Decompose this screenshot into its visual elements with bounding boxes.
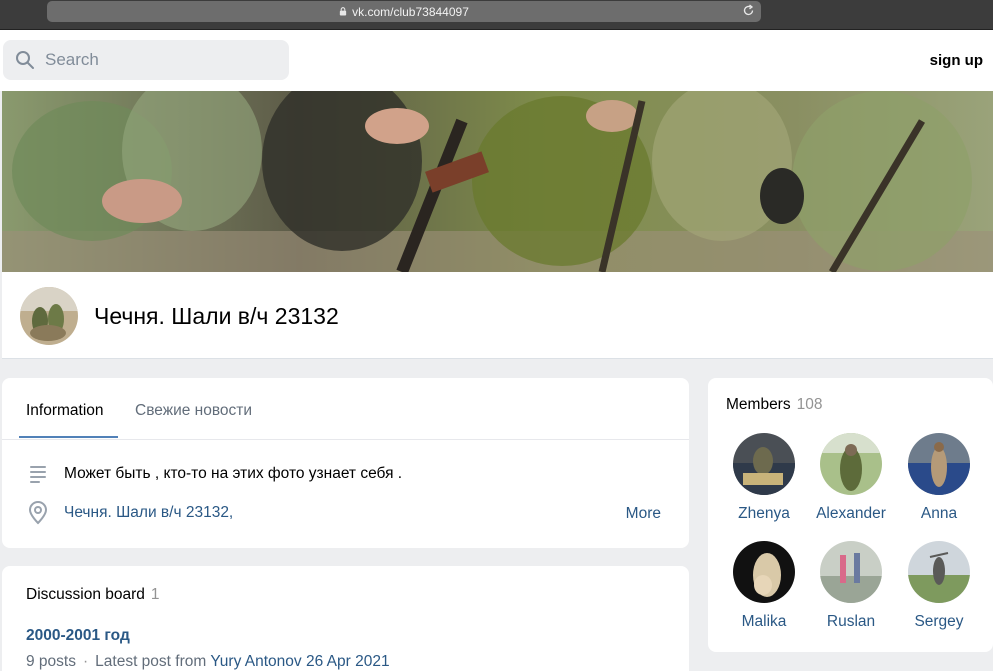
member-name[interactable]: Zhenya <box>720 505 808 523</box>
browser-chrome: vk.com/club73844097 <box>0 0 993 30</box>
active-tab-indicator <box>19 436 118 438</box>
member-avatar[interactable] <box>908 433 970 495</box>
top-bar: sign up <box>0 30 993 91</box>
group-cover-image <box>2 91 993 272</box>
discussion-title: Discussion board <box>26 586 145 603</box>
post-count: 9 posts <box>26 653 76 670</box>
members-header[interactable]: Members 108 <box>726 396 822 414</box>
reload-icon[interactable] <box>742 4 755 17</box>
member-item[interactable]: Sergey <box>895 541 983 631</box>
description-row: Может быть , кто-то на этих фото узнает … <box>28 464 402 484</box>
member-avatar[interactable] <box>733 433 795 495</box>
more-link[interactable]: More <box>626 505 661 523</box>
member-item[interactable]: Anna <box>895 433 983 523</box>
discussion-card: Discussion board 1 2000-2001 год 9 posts ·… <box>2 566 689 671</box>
latest-date-link[interactable]: 26 Apr 2021 <box>306 653 390 670</box>
discussion-header[interactable]: Discussion board 1 <box>26 586 160 604</box>
latest-author-link[interactable]: Yury Antonov <box>210 653 301 670</box>
member-item[interactable]: Alexander <box>807 433 895 523</box>
location-pin-icon <box>28 501 48 525</box>
member-item[interactable]: Malika <box>720 541 808 631</box>
info-card: Information Свежие новости Может быть , … <box>2 378 689 548</box>
separator-dot: · <box>82 653 89 670</box>
latest-prefix: Latest post from <box>95 653 207 670</box>
search-box[interactable] <box>3 40 289 80</box>
member-avatar[interactable] <box>733 541 795 603</box>
tab-information[interactable]: Information <box>26 402 104 420</box>
lock-icon <box>339 7 347 16</box>
location-row: Чечня. Шали в/ч 23132, <box>28 501 233 525</box>
discussion-topic-meta: 9 posts · Latest post from Yury Antonov 26… <box>26 653 390 671</box>
search-input[interactable] <box>45 50 265 70</box>
member-avatar[interactable] <box>820 433 882 495</box>
member-item[interactable]: Ruslan <box>807 541 895 631</box>
members-count: 108 <box>796 396 823 413</box>
location-link[interactable]: Чечня. Шали в/ч 23132, <box>64 504 233 522</box>
member-name[interactable]: Sergey <box>895 613 983 631</box>
members-title: Members <box>726 396 791 413</box>
info-tabs: Information Свежие новости <box>2 378 689 440</box>
group-description: Может быть , кто-то на этих фото узнает … <box>64 465 403 482</box>
address-bar[interactable]: vk.com/club73844097 <box>47 1 761 22</box>
member-name[interactable]: Alexander <box>807 505 895 523</box>
group-name: Чечня. Шали в/ч 23132 <box>94 303 339 329</box>
group-header: Чечня. Шали в/ч 23132 <box>2 272 993 359</box>
members-card: Members 108 Zhenya Alexander Anna Malika … <box>708 378 993 652</box>
search-icon <box>16 51 34 69</box>
discussion-count: 1 <box>150 586 160 603</box>
tab-fresh-news[interactable]: Свежие новости <box>135 402 252 420</box>
member-name[interactable]: Ruslan <box>807 613 895 631</box>
member-name[interactable]: Malika <box>720 613 808 631</box>
url-text: vk.com/club73844097 <box>352 4 469 19</box>
member-name[interactable]: Anna <box>895 505 983 523</box>
signup-link[interactable]: sign up <box>930 52 983 69</box>
member-item[interactable]: Zhenya <box>720 433 808 523</box>
member-avatar[interactable] <box>820 541 882 603</box>
description-icon <box>30 466 46 483</box>
discussion-topic-link[interactable]: 2000-2001 год <box>26 627 130 645</box>
group-avatar[interactable] <box>20 287 78 345</box>
member-avatar[interactable] <box>908 541 970 603</box>
